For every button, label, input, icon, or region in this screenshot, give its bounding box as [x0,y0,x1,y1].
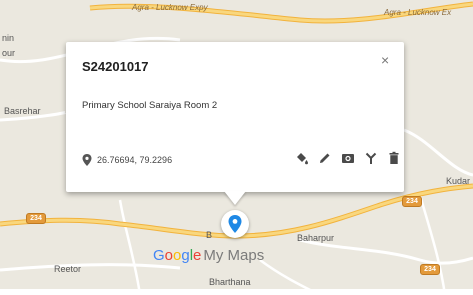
info-window: S24201017 × Primary School Saraiya Room … [66,42,404,192]
place-label-bharthana: Bharthana [209,277,251,287]
camera-icon[interactable] [340,149,356,167]
map-footer-strip [0,289,473,295]
place-label-kudar: Kudar [446,176,471,186]
coordinates-row: 26.76694, 79.2296 [82,154,172,166]
road-label-expy-right: Agra - Lucknow Ex [384,8,452,17]
place-label-baharpur: Baharpur [297,233,335,243]
coordinates-text: 26.76694, 79.2296 [97,155,173,165]
place-label: our [2,48,16,58]
directions-icon[interactable] [363,149,379,167]
style-paint-icon[interactable] [294,149,310,167]
google-wordmark: Google [153,247,201,264]
feature-description: Primary School Saraiya Room 2 [82,100,218,111]
google-letter: e [193,247,202,264]
google-my-maps-logo: Google My Maps [153,247,264,264]
google-letter: o [164,247,174,264]
road-label-expy-top: Agra - Lucknow Expy [132,3,208,12]
my-maps-wordmark: My Maps [203,247,265,264]
location-pin-icon [82,154,92,166]
google-letter: G [153,247,165,264]
feature-title: S24201017 [82,59,149,74]
info-window-tail [224,191,246,205]
feature-actions [294,149,402,167]
delete-trash-icon[interactable] [386,149,402,167]
close-icon[interactable]: × [381,52,389,68]
place-label-b: B [206,230,213,240]
route-shield: 234 [26,213,46,224]
place-label-reetor: Reetor [54,264,82,274]
route-shield: 234 [402,196,422,207]
edit-pencil-icon[interactable] [317,149,333,167]
place-label-basrehar: Basrehar [4,106,41,116]
place-label: nin [2,33,15,43]
route-shield: 234 [420,264,440,275]
google-letter: g [181,247,190,264]
location-pin-icon [228,215,242,233]
map-marker-icon[interactable] [221,210,249,238]
